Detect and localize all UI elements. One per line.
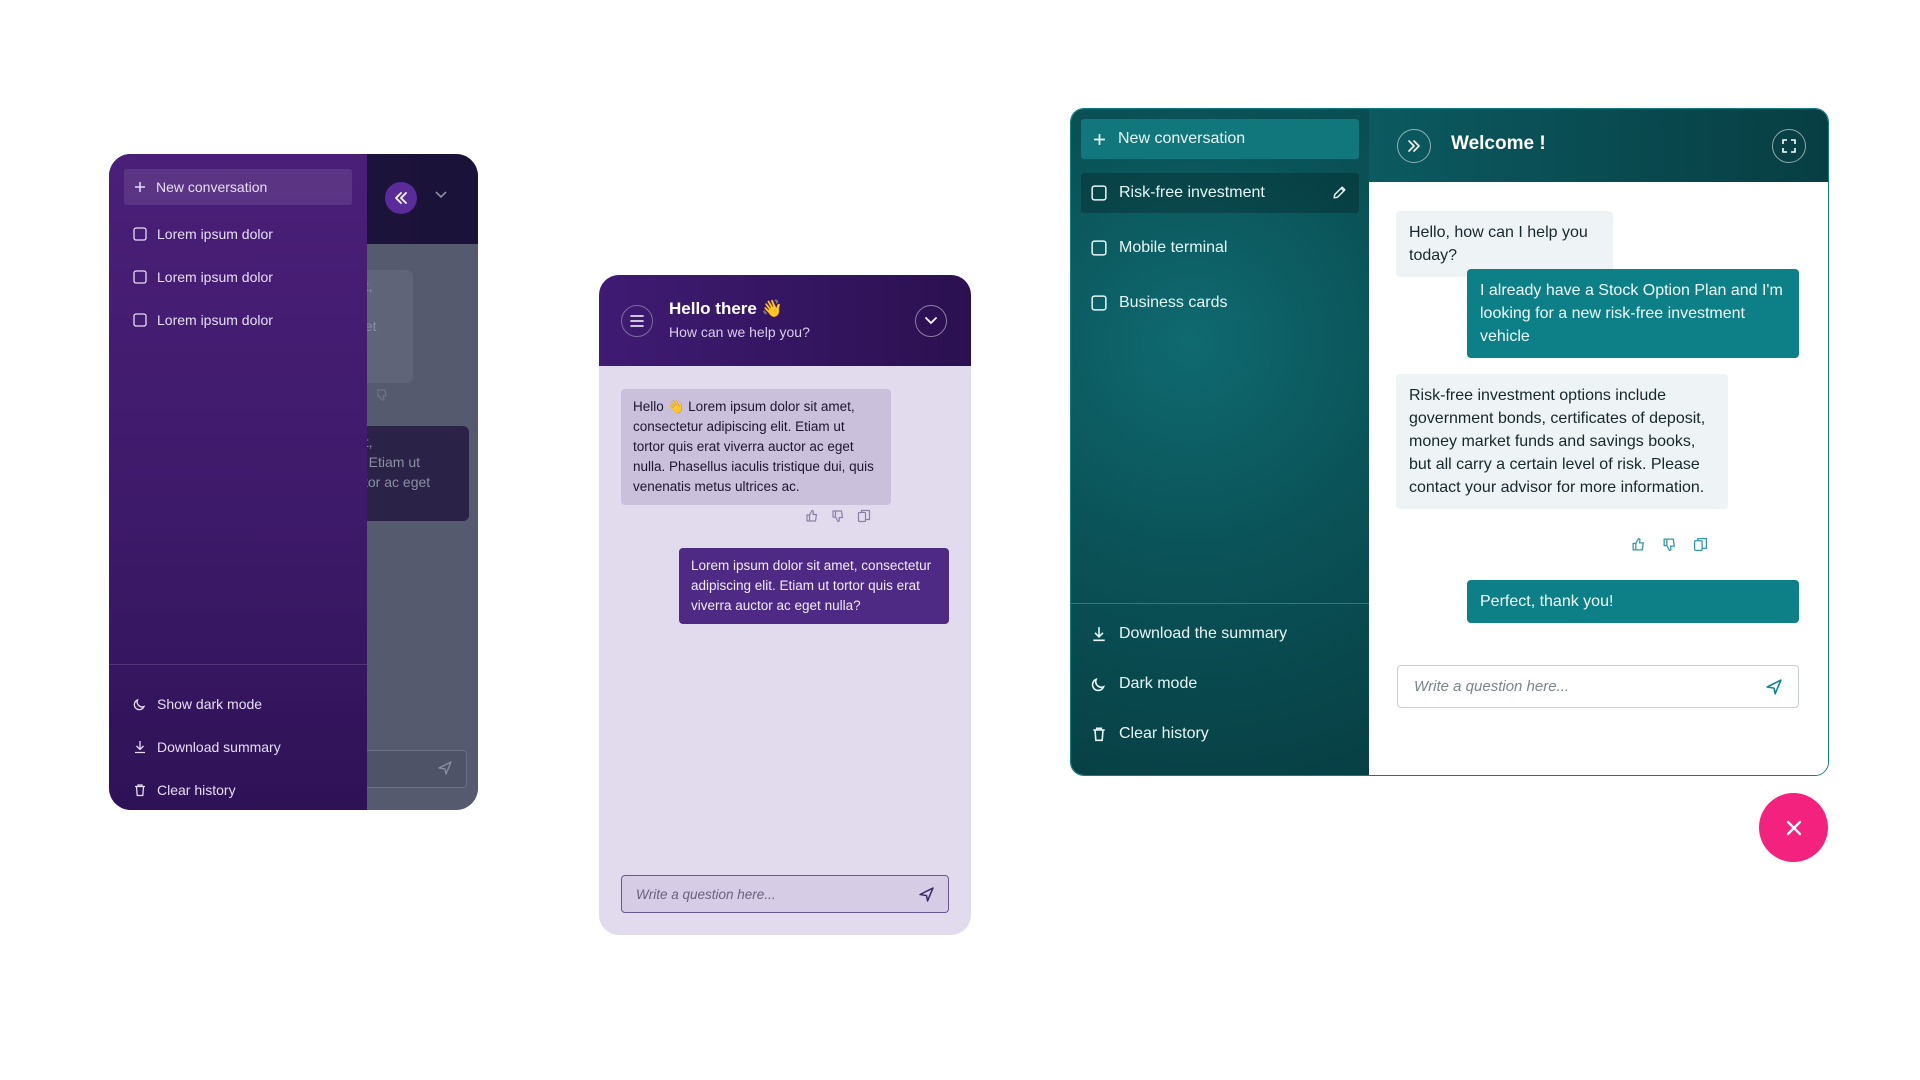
conversation-item[interactable]: Lorem ipsum dolor — [133, 224, 273, 244]
chat-main: Welcome ! Hello, how can I help you toda… — [1369, 109, 1828, 775]
moon-icon — [1091, 677, 1106, 692]
chat-bubble-icon — [133, 227, 147, 241]
dark-mode-label: Dark mode — [1119, 675, 1198, 692]
clear-history-label: Clear history — [1119, 725, 1209, 742]
conversation-label: Lorem ipsum dolor — [157, 226, 273, 242]
chevron-down-icon — [925, 317, 937, 325]
clear-history-button[interactable]: Clear history — [133, 780, 236, 800]
obscured-text: t. Etiam ut — [357, 454, 421, 470]
chat-bubble-icon — [1091, 240, 1107, 256]
new-conversation-label: New conversation — [1118, 130, 1246, 147]
dark-mode-toggle[interactable]: Show dark mode — [133, 694, 262, 714]
conversation-label: Mobile terminal — [1119, 239, 1228, 256]
thumbs-down-icon[interactable] — [1662, 537, 1677, 552]
download-summary-label: Download the summary — [1119, 625, 1288, 642]
user-message: I already have a Stock Option Plan and I… — [1467, 269, 1799, 358]
chat-header: Welcome ! — [1369, 109, 1828, 182]
copy-icon[interactable] — [1693, 537, 1708, 552]
message-input[interactable]: Write a question here... — [621, 875, 949, 913]
dark-mode-label: Show dark mode — [157, 696, 263, 712]
double-chevron-right-icon — [1408, 140, 1420, 152]
toggle-sidebar-button[interactable] — [1397, 129, 1431, 163]
message-input[interactable]: Write a question here... — [1397, 665, 1799, 708]
fullscreen-icon — [1782, 139, 1796, 153]
obscured-text: ctor ac eget — [357, 474, 431, 490]
trash-icon — [135, 784, 145, 797]
bot-message: Hello 👋 Lorem ipsum dolor sit amet, cons… — [621, 389, 891, 505]
conversation-item[interactable]: Business cards — [1081, 283, 1359, 323]
trash-icon — [1093, 727, 1105, 742]
collapse-sidebar-button[interactable] — [385, 182, 417, 214]
close-chat-button[interactable] — [1759, 793, 1828, 862]
input-placeholder: Write a question here... — [1414, 678, 1570, 695]
sidebar-divider — [1071, 603, 1369, 604]
chat-widget-purple-sidebar: et, it get i, et, t. Etiam ut ctor ac eg… — [109, 154, 478, 810]
message-input[interactable] — [355, 750, 467, 788]
conversation-item[interactable]: Mobile terminal — [1081, 228, 1359, 268]
bot-message: Risk-free investment options include gov… — [1396, 374, 1728, 509]
user-message: Lorem ipsum dolor sit amet, consectetur … — [679, 548, 949, 624]
thumbs-up-icon[interactable] — [1631, 537, 1646, 552]
sidebar: New conversation Lorem ipsum dolor Lorem… — [109, 154, 367, 810]
chat-bubble-icon — [133, 313, 147, 327]
chat-bubble-icon — [1091, 185, 1107, 201]
chat-widget-purple: Hello there 👋 How can we help you? Hello… — [599, 275, 971, 935]
plus-icon — [135, 182, 145, 192]
download-summary-button[interactable]: Download summary — [133, 737, 281, 757]
close-icon — [1786, 820, 1801, 835]
chat-widget-teal: New conversation Risk-free investment Mo… — [1070, 108, 1829, 776]
new-conversation-button[interactable]: New conversation — [1081, 119, 1359, 159]
minimize-button[interactable] — [915, 305, 947, 337]
send-icon[interactable] — [1766, 678, 1782, 695]
hamburger-icon — [630, 315, 644, 327]
download-summary-label: Download summary — [157, 739, 281, 755]
double-chevron-left-icon — [395, 192, 407, 204]
input-placeholder: Write a question here... — [636, 886, 776, 902]
thumbs-down-icon[interactable] — [831, 509, 845, 523]
conversation-label: Lorem ipsum dolor — [157, 312, 273, 328]
sidebar-divider — [109, 664, 367, 665]
chat-header: Hello there 👋 How can we help you? — [599, 275, 971, 366]
bot-message: Hello, how can I help you today? — [1396, 211, 1613, 277]
conversation-label: Lorem ipsum dolor — [157, 269, 273, 285]
thumbs-down-icon — [375, 388, 389, 402]
menu-button[interactable] — [621, 305, 653, 337]
conversation-item[interactable]: Lorem ipsum dolor — [133, 310, 273, 330]
chat-title: Welcome ! — [1451, 133, 1546, 154]
new-conversation-button[interactable]: New conversation — [124, 169, 352, 205]
conversation-item[interactable]: Lorem ipsum dolor — [133, 267, 273, 287]
chevron-down-icon[interactable] — [434, 190, 448, 200]
user-message: Perfect, thank you! — [1467, 580, 1799, 623]
sidebar: New conversation Risk-free investment Mo… — [1071, 109, 1369, 775]
obscured-text: et, — [357, 432, 469, 452]
clear-history-button[interactable]: Clear history — [1091, 725, 1209, 743]
send-icon[interactable] — [919, 886, 934, 902]
conversation-label: Risk-free investment — [1119, 184, 1265, 201]
obscured-user-message: et, t. Etiam ut ctor ac eget — [349, 426, 469, 521]
message-feedback — [1631, 537, 1708, 552]
copy-icon[interactable] — [857, 509, 871, 523]
clear-history-label: Clear history — [157, 782, 236, 798]
send-icon[interactable] — [438, 761, 452, 775]
chat-title: Hello there 👋 — [669, 299, 783, 318]
download-icon — [1093, 627, 1105, 642]
chat-subtitle: How can we help you? — [669, 324, 810, 340]
dark-mode-toggle[interactable]: Dark mode — [1091, 675, 1197, 693]
fullscreen-button[interactable] — [1772, 129, 1806, 163]
conversation-label: Business cards — [1119, 294, 1228, 311]
message-feedback — [805, 509, 871, 523]
chat-bubble-icon — [1091, 295, 1107, 311]
plus-icon — [1094, 133, 1105, 145]
chat-bubble-icon — [133, 270, 147, 284]
new-conversation-label: New conversation — [156, 179, 268, 195]
moon-icon — [133, 698, 146, 711]
thumbs-up-icon[interactable] — [805, 509, 819, 523]
pencil-icon[interactable] — [1332, 185, 1347, 200]
download-icon — [135, 741, 145, 754]
download-summary-button[interactable]: Download the summary — [1091, 625, 1287, 643]
conversation-item-active[interactable]: Risk-free investment — [1081, 173, 1359, 213]
